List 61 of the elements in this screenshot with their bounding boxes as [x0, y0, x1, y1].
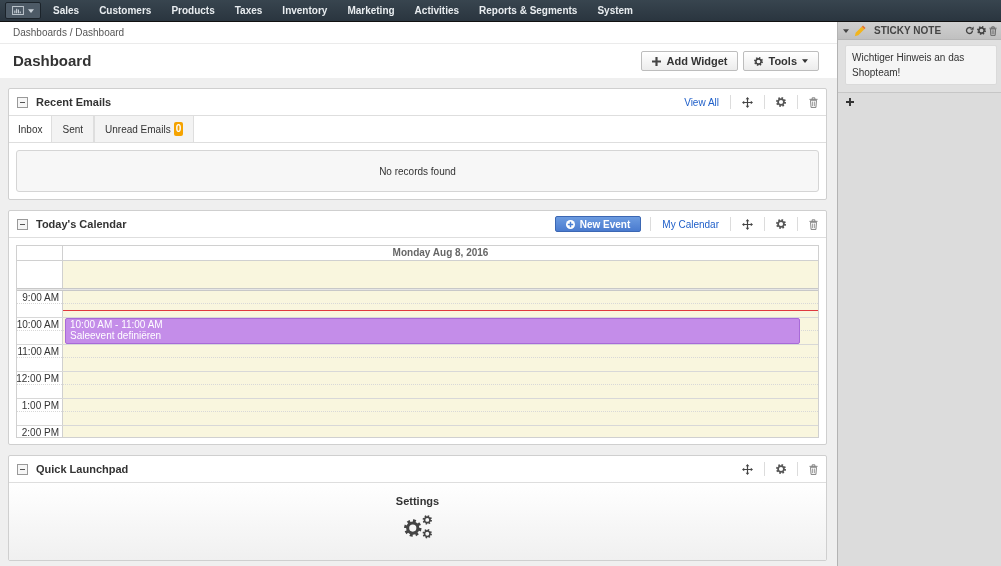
move-icon[interactable] — [742, 218, 753, 230]
gear-icon[interactable] — [776, 219, 786, 229]
widget-title: STICKY NOTE — [874, 24, 942, 38]
gear-icon[interactable] — [776, 464, 786, 474]
tab[interactable]: Unread Emails 0 — [94, 116, 195, 142]
event-title: Saleevent definiëren — [70, 330, 163, 341]
time-label: 1:00 PM — [21, 400, 59, 411]
nav-menu-item[interactable]: Activities — [404, 0, 470, 21]
trash-icon[interactable] — [809, 218, 818, 230]
note-text: Wichtiger Hinweis an das Shopteam! — [845, 45, 997, 85]
collapse-icon[interactable] — [17, 96, 28, 108]
caret-icon — [28, 8, 34, 13]
caret-icon — [802, 59, 808, 63]
nav-menu-item[interactable]: Products — [161, 0, 225, 21]
breadcrumb: Dashboards / Dashboard — [13, 26, 125, 40]
trash-icon[interactable] — [809, 463, 818, 475]
caret-icon[interactable] — [843, 28, 849, 33]
app-menu-button[interactable] — [5, 2, 41, 19]
move-icon[interactable] — [742, 463, 753, 475]
count-badge: 0 — [173, 122, 184, 136]
bar-chart-icon — [12, 6, 24, 15]
time-label: 11:00 AM — [17, 346, 59, 357]
launchpad-item[interactable]: Settings — [395, 494, 440, 560]
plus-icon[interactable] — [846, 98, 854, 106]
gear-icon[interactable] — [776, 97, 786, 107]
day-heading: Monday Aug 8, 2016 — [391, 246, 490, 260]
header-link[interactable]: My Calendar — [662, 216, 719, 232]
event-time: 10:00 AM - 11:00 AM — [70, 319, 164, 330]
nav-menu-item[interactable]: Sales — [43, 0, 90, 21]
widget-title: Quick Launchpad — [36, 461, 129, 477]
trash-icon[interactable] — [989, 25, 997, 36]
add-widget-button[interactable]: Add Widget — [641, 51, 739, 71]
plus-icon — [652, 56, 662, 66]
gear-icon — [754, 56, 764, 66]
header-link[interactable]: View All — [684, 94, 719, 110]
trash-icon[interactable] — [809, 96, 818, 108]
time-label: 12:00 PM — [17, 373, 59, 384]
nav-menu-item[interactable]: System — [587, 0, 643, 21]
nav-menu-item[interactable]: Taxes — [224, 0, 273, 21]
pencil-icon — [854, 24, 866, 37]
time-label: 9:00 AM — [22, 292, 59, 303]
collapse-icon[interactable] — [17, 463, 28, 475]
tab[interactable]: Sent — [51, 116, 95, 142]
time-label: 2:00 PM — [21, 427, 59, 437]
nav-menu-item[interactable]: Customers — [89, 0, 162, 21]
time-slot[interactable] — [63, 291, 818, 317]
nav-menu-item[interactable]: Inventory — [272, 0, 338, 21]
gear-icon[interactable] — [977, 26, 986, 35]
move-icon[interactable] — [742, 96, 753, 108]
widget-title: Recent Emails — [36, 94, 112, 110]
nav-menu-item[interactable]: Marketing — [337, 0, 405, 21]
refresh-icon[interactable] — [965, 26, 974, 35]
plus-circle-icon — [565, 219, 575, 229]
nav-menu-item[interactable]: Reports & Segments — [469, 0, 588, 21]
collapse-icon[interactable] — [17, 218, 28, 230]
time-label: 10:00 AM — [17, 319, 59, 330]
empty-message: No records found — [16, 150, 819, 192]
page-title: Dashboard — [13, 50, 92, 71]
widget-title: Today's Calendar — [36, 216, 127, 232]
gears-icon — [403, 515, 432, 539]
tools-menu-button[interactable]: Tools — [743, 51, 819, 71]
